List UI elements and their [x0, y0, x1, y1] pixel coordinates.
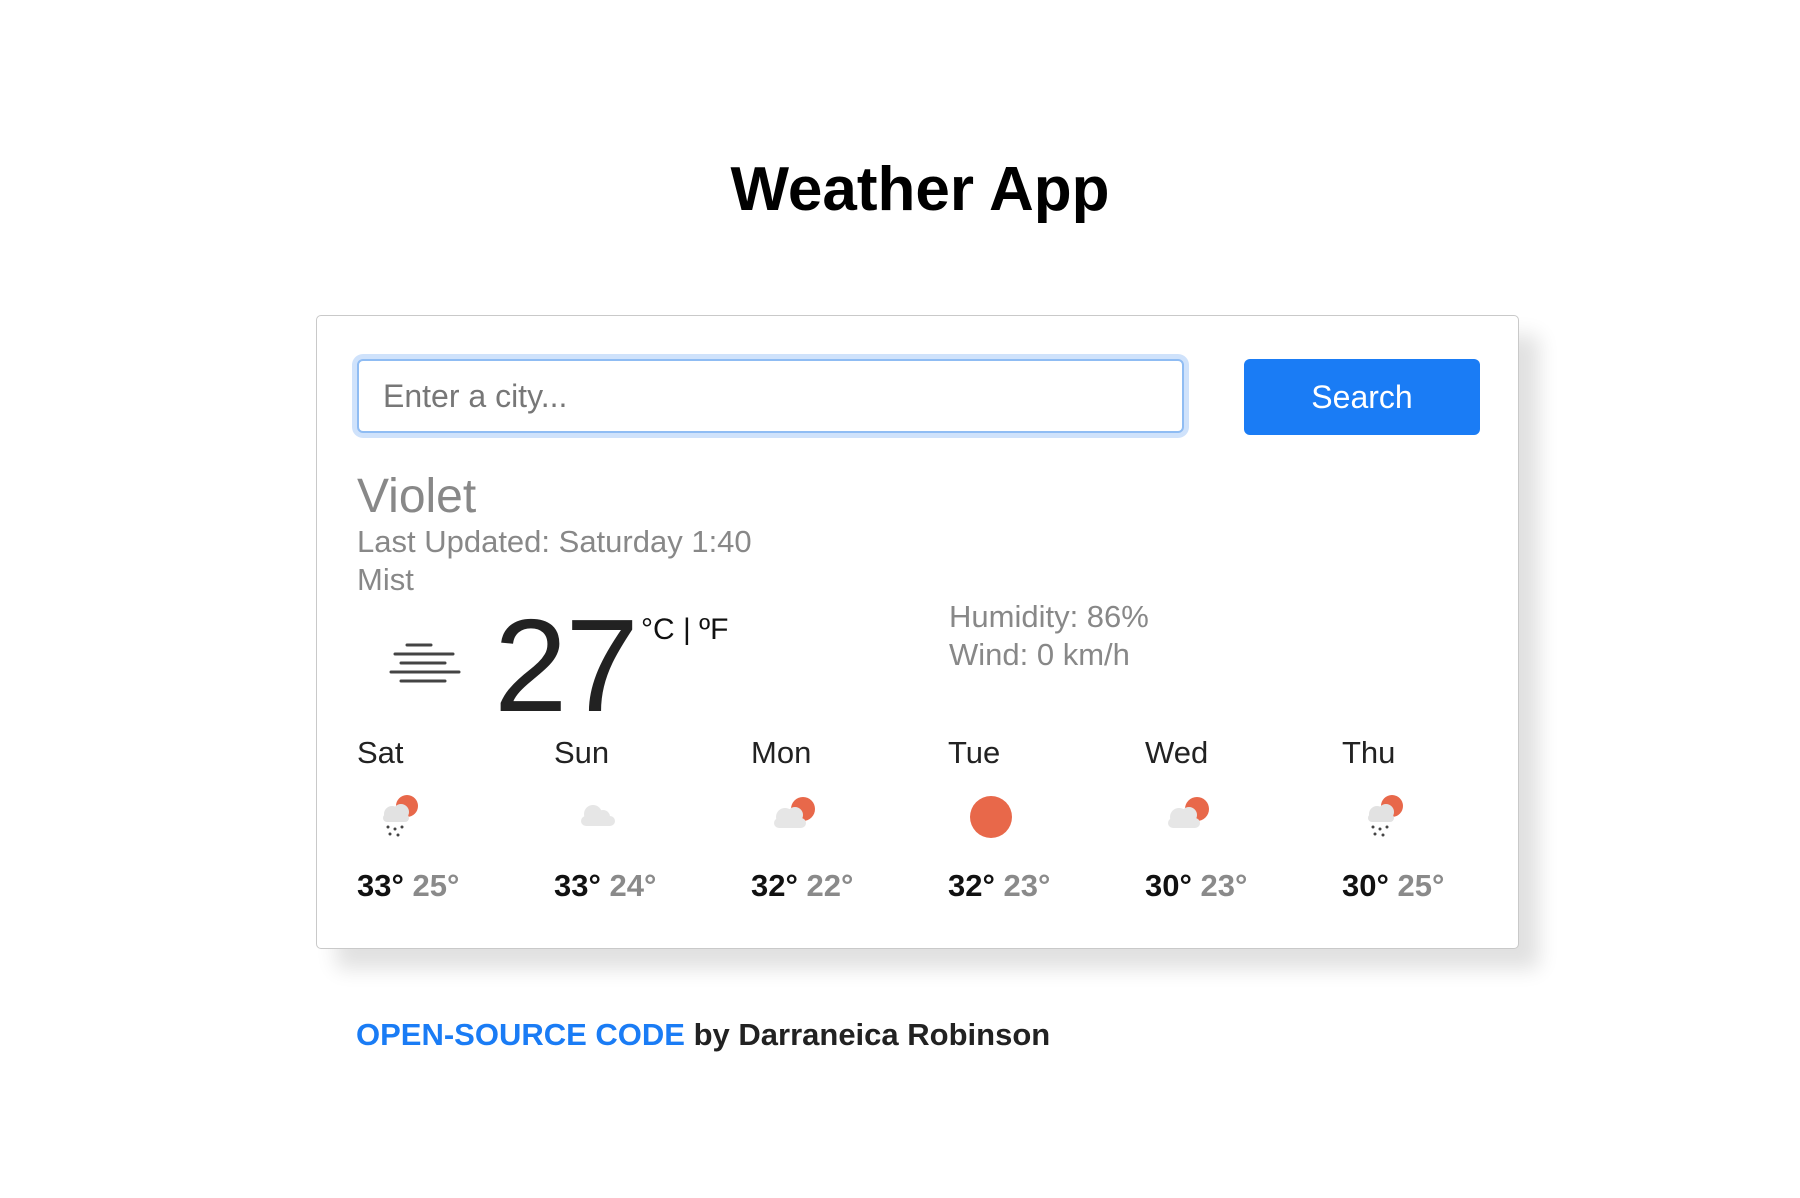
- weather-card: Search Violet Last Updated: Saturday 1:4…: [316, 315, 1519, 949]
- weather-condition: Mist: [357, 562, 414, 597]
- partly-cloudy-icon: [774, 797, 815, 828]
- wind: Wind: 0 km/h: [949, 637, 1130, 672]
- celsius-link[interactable]: °C: [641, 613, 675, 646]
- footer-credit: by Darraneica Robinson: [684, 1017, 1051, 1052]
- forecast-max-temp: 33°: [357, 868, 404, 903]
- forecast-min-temp: 22°: [806, 868, 854, 903]
- current-temperature: 27: [494, 592, 639, 739]
- forecast-max-temp: 32°: [948, 868, 995, 903]
- search-button[interactable]: Search: [1244, 359, 1480, 435]
- forecast-temps: 32° 23°: [948, 867, 1050, 905]
- forecast-day: Wed 30° 23°: [1145, 734, 1315, 914]
- city-name: Violet: [357, 470, 477, 523]
- page-title: Weather App: [730, 155, 1110, 224]
- forecast-min-temp: 24°: [609, 868, 657, 903]
- unit-separator: |: [674, 613, 700, 646]
- forecast-temps: 30° 25°: [1342, 867, 1444, 905]
- forecast-day-name: Mon: [751, 735, 812, 770]
- footer: OPEN-SOURCE CODE by Darraneica Robinson: [356, 1016, 1050, 1054]
- forecast-max-temp: 33°: [554, 868, 601, 903]
- search-input[interactable]: [357, 359, 1184, 433]
- forecast-min-temp: 25°: [412, 868, 460, 903]
- forecast-temps: 33° 24°: [554, 867, 656, 905]
- cloud-icon: [581, 805, 615, 826]
- mist-icon: [389, 643, 461, 683]
- forecast-max-temp: 30°: [1145, 868, 1192, 903]
- forecast-min-temp: 25°: [1397, 868, 1445, 903]
- rain-sun-icon: [383, 795, 418, 837]
- forecast-day-name: Sun: [554, 735, 610, 770]
- forecast: Sat 33° 25° Sun 33° 24° Mon 32° 22° Tue …: [357, 734, 1497, 914]
- forecast-temps: 32° 22°: [751, 867, 853, 905]
- forecast-max-temp: 32°: [751, 868, 798, 903]
- forecast-day-name: Tue: [948, 735, 1001, 770]
- forecast-day: Sat 33° 25°: [357, 734, 527, 914]
- forecast-day-name: Wed: [1145, 735, 1209, 770]
- forecast-day: Thu 30° 25°: [1342, 734, 1512, 914]
- forecast-day: Tue 32° 23°: [948, 734, 1118, 914]
- sun-icon: [970, 796, 1012, 838]
- forecast-temps: 30° 23°: [1145, 867, 1247, 905]
- forecast-temps: 33° 25°: [357, 867, 459, 905]
- fahrenheit-link[interactable]: ºF: [699, 613, 728, 646]
- rain-sun-icon: [1368, 795, 1403, 837]
- forecast-day-name: Sat: [357, 735, 404, 770]
- forecast-day: Mon 32° 22°: [751, 734, 921, 914]
- unit-toggle: °C | ºF: [641, 612, 728, 648]
- forecast-max-temp: 30°: [1342, 868, 1389, 903]
- last-updated: Last Updated: Saturday 1:40: [357, 524, 752, 559]
- forecast-min-temp: 23°: [1003, 868, 1051, 903]
- partly-cloudy-icon: [1168, 797, 1209, 828]
- open-source-link[interactable]: OPEN-SOURCE CODE: [356, 1017, 685, 1052]
- forecast-day: Sun 33° 24°: [554, 734, 724, 914]
- humidity: Humidity: 86%: [949, 599, 1149, 634]
- forecast-day-name: Thu: [1342, 735, 1396, 770]
- forecast-min-temp: 23°: [1200, 868, 1248, 903]
